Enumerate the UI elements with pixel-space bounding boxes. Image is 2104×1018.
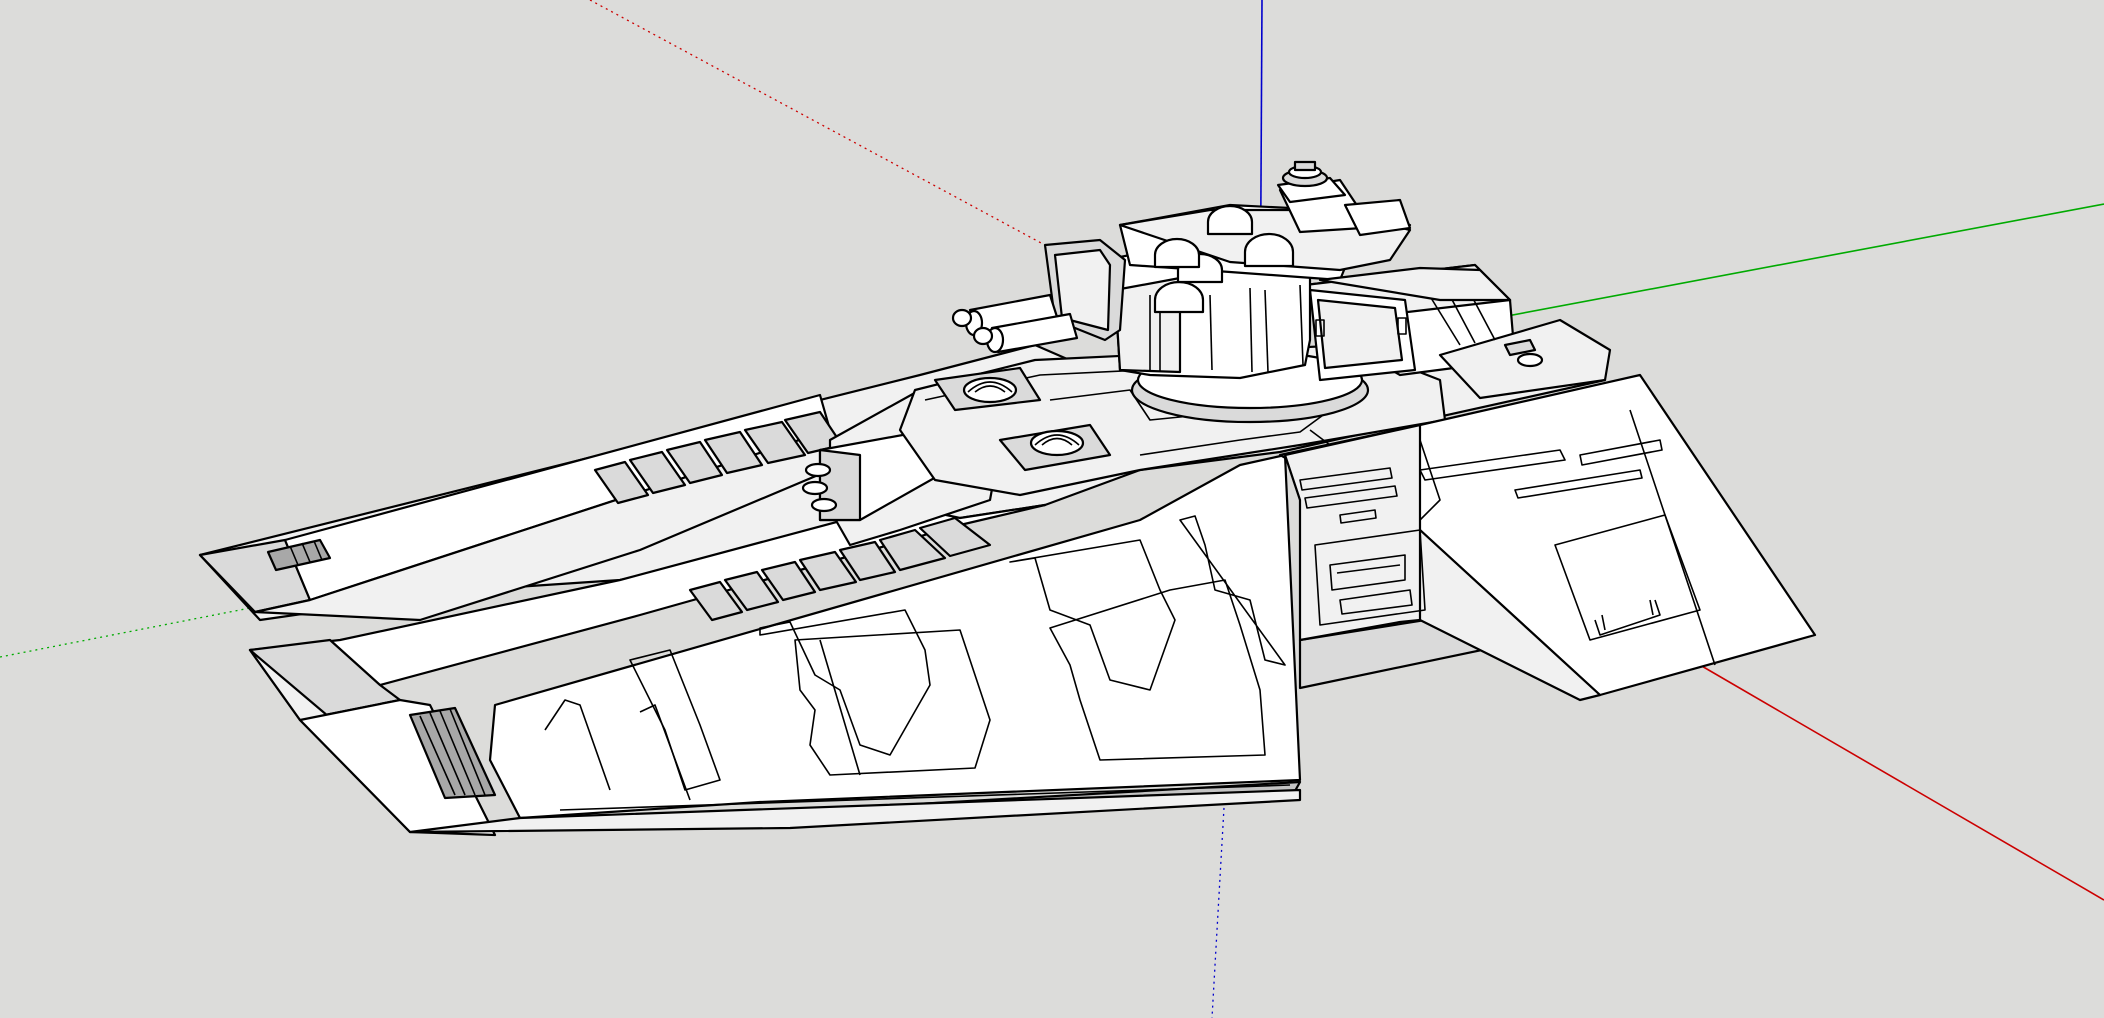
modeling-viewport[interactable]	[0, 0, 2104, 1018]
viewport-canvas[interactable]	[0, 0, 2104, 1018]
rear-deck-port	[1516, 352, 1544, 368]
hover-tank-model[interactable]	[198, 160, 1817, 837]
commander-hatch	[1276, 160, 1347, 204]
axes	[0, 0, 2104, 1018]
turret-side-door-inner	[1316, 298, 1404, 370]
green-axis-dotted	[0, 607, 251, 658]
red-axis-solid	[1699, 664, 2104, 901]
blue-axis-dotted	[1211, 789, 1226, 1018]
